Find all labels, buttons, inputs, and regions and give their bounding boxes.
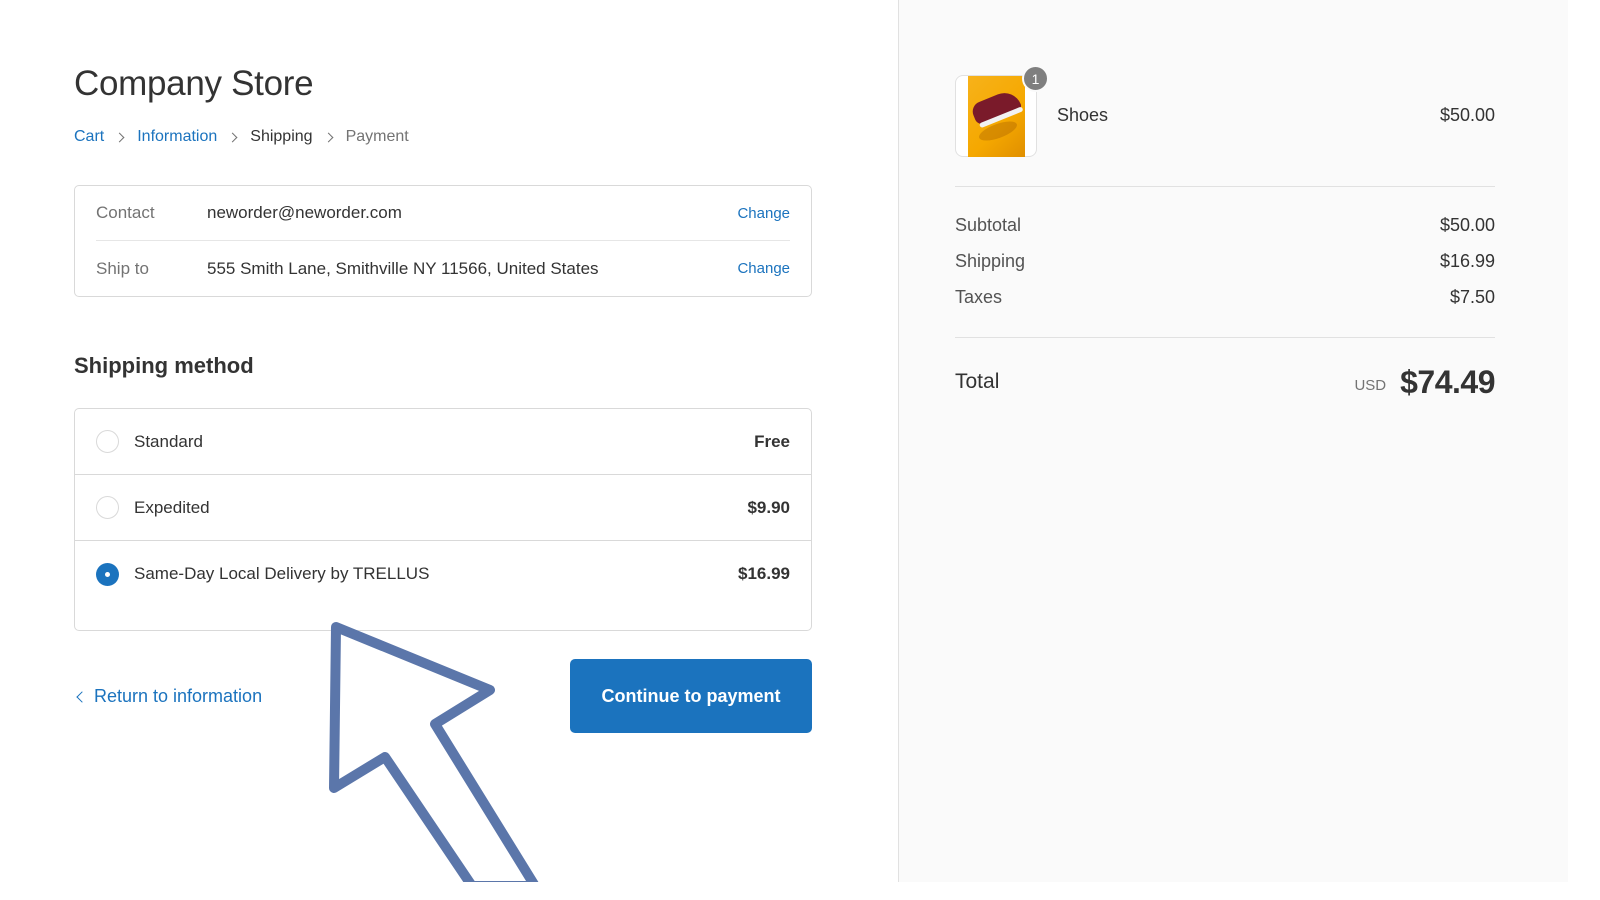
option-price: Free <box>754 431 790 451</box>
order-summary: 1 Shoes $50.00 Subtotal $50.00 Shipping … <box>898 0 1568 882</box>
breadcrumb-information[interactable]: Information <box>137 128 217 146</box>
shipping-option-same-day[interactable]: Same-Day Local Delivery by TRELLUS $16.9… <box>75 541 811 607</box>
subtotal-row: Subtotal $50.00 <box>955 215 1495 236</box>
checkout-main: Company Store Cart Information Shipping … <box>0 0 898 882</box>
quantity-badge: 1 <box>1022 65 1049 92</box>
chevron-right-icon <box>114 132 125 142</box>
product-price: $50.00 <box>1439 105 1495 125</box>
taxes-row: Taxes $7.50 <box>955 287 1495 308</box>
contact-value: neworder@neworder.com <box>207 203 402 222</box>
review-ship-to-row: Ship to 555 Smith Lane, Smithville NY 11… <box>96 241 790 296</box>
option-name: Expedited <box>134 497 210 517</box>
taxes-label: Taxes <box>955 287 1003 307</box>
radio-same-day[interactable] <box>96 562 119 586</box>
store-title: Company Store <box>74 64 314 103</box>
chevron-right-icon <box>323 132 334 142</box>
ship-to-label: Ship to <box>96 258 149 278</box>
option-name: Same-Day Local Delivery by TRELLUS <box>134 564 430 583</box>
taxes-value: $7.50 <box>1449 287 1495 307</box>
change-contact-link[interactable]: Change <box>737 205 790 222</box>
product-line-item: 1 Shoes $50.00 <box>955 65 1495 157</box>
breadcrumb-cart[interactable]: Cart <box>74 128 104 146</box>
return-label: Return to information <box>94 686 263 706</box>
shoe-product-image <box>968 76 1025 157</box>
shipping-row: Shipping $16.99 <box>955 251 1495 272</box>
shipping-methods: Standard Free Expedited $9.90 Same-Day L… <box>74 408 812 631</box>
summary-divider <box>955 186 1495 187</box>
total-amount: $74.49 <box>1400 363 1495 400</box>
shipping-value: $16.99 <box>1439 251 1495 271</box>
product-thumbnail: 1 <box>955 65 1049 157</box>
shipping-option-expedited[interactable]: Expedited $9.90 <box>75 475 811 541</box>
review-contact-row: Contact neworder@neworder.com Change <box>96 186 790 241</box>
return-to-information-link[interactable]: Return to information <box>74 686 262 707</box>
shipping-method-title: Shipping method <box>74 353 254 378</box>
shipping-option-standard[interactable]: Standard Free <box>75 409 811 475</box>
ship-to-value: 555 Smith Lane, Smithville NY 11566, Uni… <box>207 258 599 278</box>
option-price: $16.99 <box>738 564 790 583</box>
currency-code: USD <box>1354 376 1387 394</box>
chevron-right-icon <box>227 132 238 142</box>
radio-expedited[interactable] <box>96 496 119 519</box>
chevron-left-icon <box>76 690 88 703</box>
radio-standard[interactable] <box>96 430 119 453</box>
contact-label: Contact <box>96 203 155 222</box>
breadcrumb-payment: Payment <box>345 128 409 145</box>
shipping-label: Shipping <box>955 251 1026 271</box>
option-name: Standard <box>134 431 203 451</box>
subtotal-value: $50.00 <box>1439 215 1495 235</box>
product-name: Shoes <box>1057 105 1109 125</box>
review-block: Contact neworder@neworder.com Change Shi… <box>74 185 812 297</box>
total-label: Total <box>955 370 1000 393</box>
summary-divider <box>955 337 1495 338</box>
total-row: Total USD $74.49 <box>955 362 1495 402</box>
continue-to-payment-button[interactable]: Continue to payment <box>570 659 812 733</box>
breadcrumb-shipping: Shipping <box>250 128 313 145</box>
shoe-icon <box>969 87 1023 127</box>
change-ship-to-link[interactable]: Change <box>737 260 790 277</box>
option-price: $9.90 <box>747 497 790 517</box>
subtotal-label: Subtotal <box>955 215 1022 235</box>
breadcrumb: Cart Information Shipping Payment <box>74 128 409 146</box>
